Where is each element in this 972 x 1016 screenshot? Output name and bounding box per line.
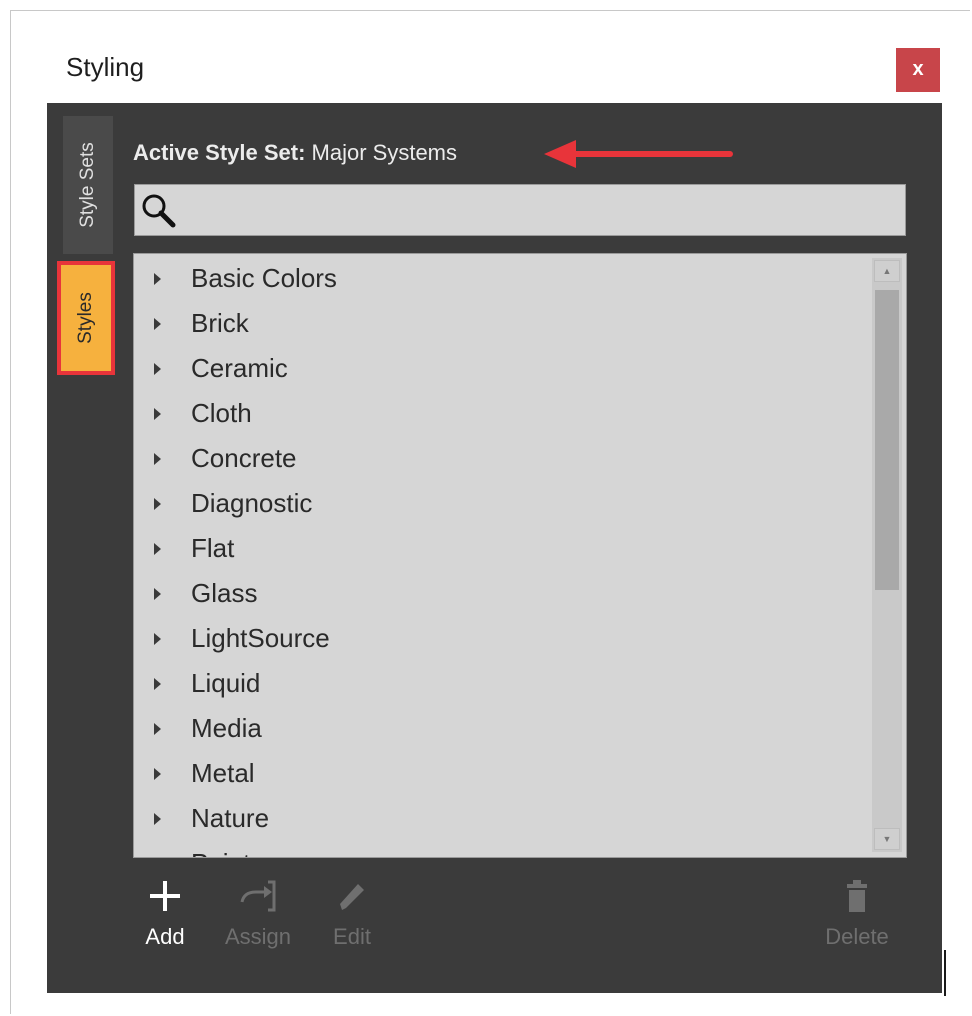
active-style-set: Active Style Set: Major Systems [133, 140, 457, 166]
window-title: Styling [66, 52, 145, 82]
tree-item-label: Cloth [191, 398, 252, 428]
scroll-down-icon[interactable]: ▼ [874, 828, 900, 850]
tree-item-ceramic[interactable]: Ceramic [134, 346, 869, 391]
delete-button[interactable]: Delete [812, 878, 902, 950]
tree-item-glass[interactable]: Glass [134, 571, 869, 616]
tree-item-nature[interactable]: Nature [134, 796, 869, 841]
expand-caret-icon[interactable] [154, 858, 161, 859]
expand-caret-icon[interactable] [154, 722, 161, 735]
add-label: Add [145, 924, 185, 949]
search-icon [142, 194, 176, 228]
tree-item-label: Metal [191, 758, 255, 788]
assign-button[interactable]: Assign [218, 878, 298, 950]
tree-item-basic-colors[interactable]: Basic Colors [134, 256, 869, 301]
expand-caret-icon[interactable] [154, 767, 161, 780]
tree-item-lightsource[interactable]: LightSource [134, 616, 869, 661]
tree-item-label: Nature [191, 803, 270, 833]
tab-style-sets[interactable]: Style Sets [63, 116, 113, 254]
expand-caret-icon[interactable] [154, 362, 161, 375]
expand-caret-icon[interactable] [154, 677, 161, 690]
tab-styles-label: Styles [75, 292, 96, 344]
tree-item-label: Ceramic [191, 353, 288, 383]
plus-icon [150, 881, 180, 911]
tree-item-label: Diagnostic [191, 488, 313, 518]
close-button[interactable]: x [896, 48, 940, 92]
styles-tree: Basic Colors Brick Ceramic Cloth Concret… [133, 253, 907, 858]
tab-style-sets-label: Style Sets [77, 142, 99, 228]
expand-caret-icon[interactable] [154, 407, 161, 420]
annotation-arrow-icon [544, 140, 733, 168]
delete-label: Delete [825, 924, 889, 949]
assign-label: Assign [224, 924, 292, 949]
expand-caret-icon[interactable] [154, 812, 161, 825]
tree-item-cloth[interactable]: Cloth [134, 391, 869, 436]
assign-icon [240, 880, 276, 912]
search-field[interactable] [134, 184, 906, 236]
expand-caret-icon[interactable] [154, 542, 161, 555]
expand-caret-icon[interactable] [154, 497, 161, 510]
tree-item-flat[interactable]: Flat [134, 526, 869, 571]
tree-item-diagnostic[interactable]: Diagnostic [134, 481, 869, 526]
tree-item-paint[interactable]: Paint [134, 841, 869, 859]
scroll-up-icon[interactable]: ▲ [874, 260, 900, 282]
expand-caret-icon[interactable] [154, 272, 161, 285]
tree-item-concrete[interactable]: Concrete [134, 436, 869, 481]
expand-caret-icon[interactable] [154, 632, 161, 645]
expand-caret-icon[interactable] [154, 587, 161, 600]
tab-styles[interactable]: Styles [57, 261, 115, 375]
search-input[interactable] [181, 193, 885, 229]
edit-label: Edit [333, 924, 371, 949]
pencil-icon [340, 884, 364, 910]
tree-item-media[interactable]: Media [134, 706, 869, 751]
tree-item-label: Flat [191, 533, 235, 563]
edit-button[interactable]: Edit [324, 878, 380, 950]
tree-item-label: Media [191, 713, 262, 743]
tree-item-label: Basic Colors [191, 263, 337, 293]
expand-caret-icon[interactable] [154, 452, 161, 465]
tree-item-label: LightSource [191, 623, 330, 653]
tree-item-liquid[interactable]: Liquid [134, 661, 869, 706]
expand-caret-icon[interactable] [154, 317, 161, 330]
tree-item-label: Brick [191, 308, 249, 338]
tree-item-label: Liquid [191, 668, 261, 698]
tree-item-label: Glass [191, 578, 258, 608]
divider [944, 950, 946, 996]
active-style-set-label: Active Style Set: [133, 140, 306, 165]
tree-item-label: Paint [191, 848, 250, 857]
tree-item-label: Concrete [191, 443, 297, 473]
trash-icon [847, 880, 867, 912]
tree-item-brick[interactable]: Brick [134, 301, 869, 346]
tree-item-metal[interactable]: Metal [134, 751, 869, 796]
add-button[interactable]: Add [136, 878, 194, 950]
scrollbar-thumb[interactable] [875, 290, 899, 590]
tree-scrollbar[interactable]: ▲ ▼ [872, 258, 902, 852]
active-style-set-value: Major Systems [311, 140, 458, 165]
